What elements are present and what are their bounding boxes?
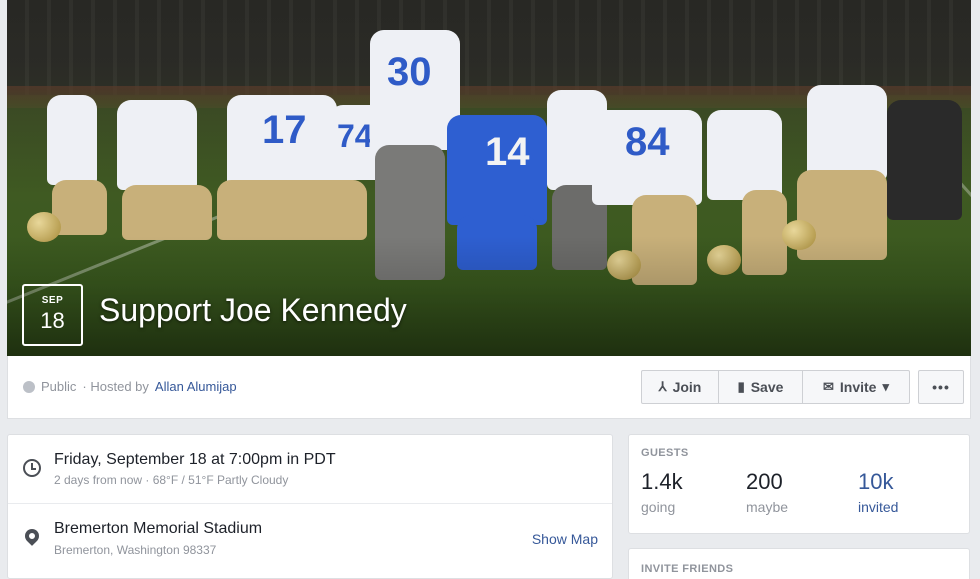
invite-label: Invite (839, 379, 877, 395)
player (887, 100, 962, 220)
action-buttons: ⅄ Join ▮ Save ✉ Invite ▾ ••• (641, 370, 964, 404)
invite-friends-card: INVITE FRIENDS (628, 548, 970, 579)
guests-card: GUESTS 1.4k going 200 maybe 10k invited (628, 434, 970, 534)
maybe-label: maybe (746, 499, 789, 515)
stadium-stands (7, 0, 971, 95)
maybe-stat[interactable]: 200 maybe (746, 469, 788, 515)
player (122, 185, 212, 240)
save-label: Save (750, 379, 784, 395)
event-month: SEP (41, 295, 64, 306)
invite-button[interactable]: ✉ Invite ▾ (802, 370, 910, 404)
event-time-row[interactable]: Friday, September 18 at 7:00pm in PDT 2 … (8, 435, 612, 504)
jersey-number: 74 (337, 118, 373, 154)
event-privacy: Public · Hosted by Allan Alumijap (23, 379, 237, 394)
player (117, 100, 197, 190)
event-datetime: Friday, September 18 at 7:00pm in PDT (54, 451, 336, 468)
maybe-count: 200 (746, 469, 783, 494)
map-pin-icon (22, 526, 42, 546)
show-map-link[interactable]: Show Map (532, 531, 598, 547)
jersey-number: 17 (262, 108, 307, 152)
player (707, 110, 782, 200)
event-address: Bremerton, Washington 98337 (54, 543, 217, 557)
event-details-card: Friday, September 18 at 7:00pm in PDT 2 … (7, 434, 613, 579)
going-count: 1.4k (641, 469, 683, 494)
invited-stat[interactable]: 10k invited (858, 469, 898, 515)
join-button[interactable]: ⅄ Join (641, 370, 719, 404)
chevron-down-icon: ▾ (882, 379, 889, 394)
event-action-bar: Public · Hosted by Allan Alumijap ⅄ Join… (7, 356, 971, 419)
going-label: going (641, 499, 676, 515)
more-options-button[interactable]: ••• (918, 370, 964, 404)
player (807, 85, 887, 180)
event-day: 18 (40, 308, 65, 333)
player (47, 95, 97, 185)
event-date-badge: SEP 18 (22, 284, 83, 346)
jersey-number: 84 (625, 120, 670, 164)
envelope-icon: ✉ (822, 379, 834, 394)
more-icon: ••• (932, 379, 950, 395)
player (217, 180, 367, 240)
save-button[interactable]: ▮ Save (718, 370, 803, 404)
host-link[interactable]: Allan Alumijap (155, 379, 237, 394)
clock-icon (23, 459, 41, 477)
jersey-number: 30 (387, 50, 432, 94)
join-label: Join (672, 379, 702, 395)
join-icon: ⅄ (658, 379, 667, 394)
bookmark-icon: ▮ (737, 379, 745, 394)
jersey-number: 14 (485, 130, 530, 174)
hosted-by-label: · Hosted by (82, 379, 149, 394)
event-location: Bremerton Memorial Stadium (54, 520, 263, 537)
guests-heading: GUESTS (641, 447, 689, 459)
going-stat[interactable]: 1.4k going (641, 469, 683, 515)
event-datetime-sub: 2 days from now · 68°F / 51°F Partly Clo… (54, 473, 289, 487)
event-location-row[interactable]: Bremerton Memorial Stadium Bremerton, Wa… (8, 505, 612, 579)
event-title: Support Joe Kennedy (99, 292, 407, 328)
globe-icon (23, 380, 35, 393)
invite-friends-heading: INVITE FRIENDS (641, 563, 734, 575)
invited-count: 10k (858, 469, 894, 494)
privacy-label: Public (41, 379, 77, 394)
invited-label: invited (858, 499, 899, 515)
